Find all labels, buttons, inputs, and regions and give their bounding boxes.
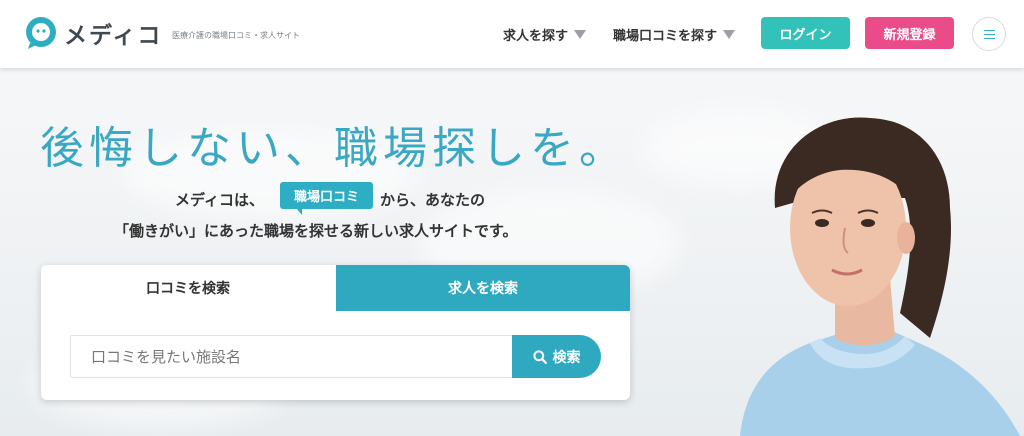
review-badge: 職場口コミ: [280, 182, 373, 215]
hero: 後悔しない、職場探しを。 メディコは、 職場口コミ から、あなたの 「働きがい」…: [0, 68, 1024, 436]
facility-search-input[interactable]: [70, 335, 514, 378]
tab-job-search[interactable]: 求人を検索: [336, 265, 630, 311]
hero-headline: 後悔しない、職場探しを。: [40, 123, 628, 174]
search-icon: [532, 349, 547, 364]
tagline: 医療介護の職場口コミ・求人サイト: [172, 31, 300, 40]
hero-subtext-line2: 「働きがい」にあった職場を探せる新しい求人サイトです。: [114, 222, 518, 240]
register-button[interactable]: 新規登録: [865, 17, 954, 49]
hamburger-icon: [983, 29, 995, 31]
menu-button[interactable]: [972, 17, 1006, 51]
caret-down-icon: [574, 30, 587, 39]
logo-mark-icon: [24, 16, 58, 50]
nav-find-jobs-label: 求人を探す: [503, 29, 569, 44]
hero-sub-suffix: から、あなたの: [380, 191, 486, 209]
caret-down-icon: [723, 30, 736, 39]
nurse-photo: [740, 117, 1020, 436]
nav-find-reviews[interactable]: 職場口コミを探す: [613, 25, 736, 44]
logo[interactable]: メディコ: [24, 15, 162, 51]
search-card: 口コミを検索 求人を検索 検索: [41, 265, 630, 400]
tab-review-search[interactable]: 口コミを検索: [41, 265, 335, 311]
logo-text: メディコ: [64, 23, 163, 49]
login-button[interactable]: ログイン: [761, 17, 850, 49]
site-header: メディコ 医療介護の職場口コミ・求人サイト 求人を探す 職場口コミを探す ログイ…: [0, 0, 1024, 68]
search-button-label: 検索: [552, 349, 581, 366]
search-button[interactable]: 検索: [512, 335, 601, 378]
nav-find-reviews-label: 職場口コミを探す: [613, 29, 718, 44]
nav-find-jobs[interactable]: 求人を探す: [503, 25, 587, 44]
hero-sub-prefix: メディコは、: [175, 191, 264, 209]
